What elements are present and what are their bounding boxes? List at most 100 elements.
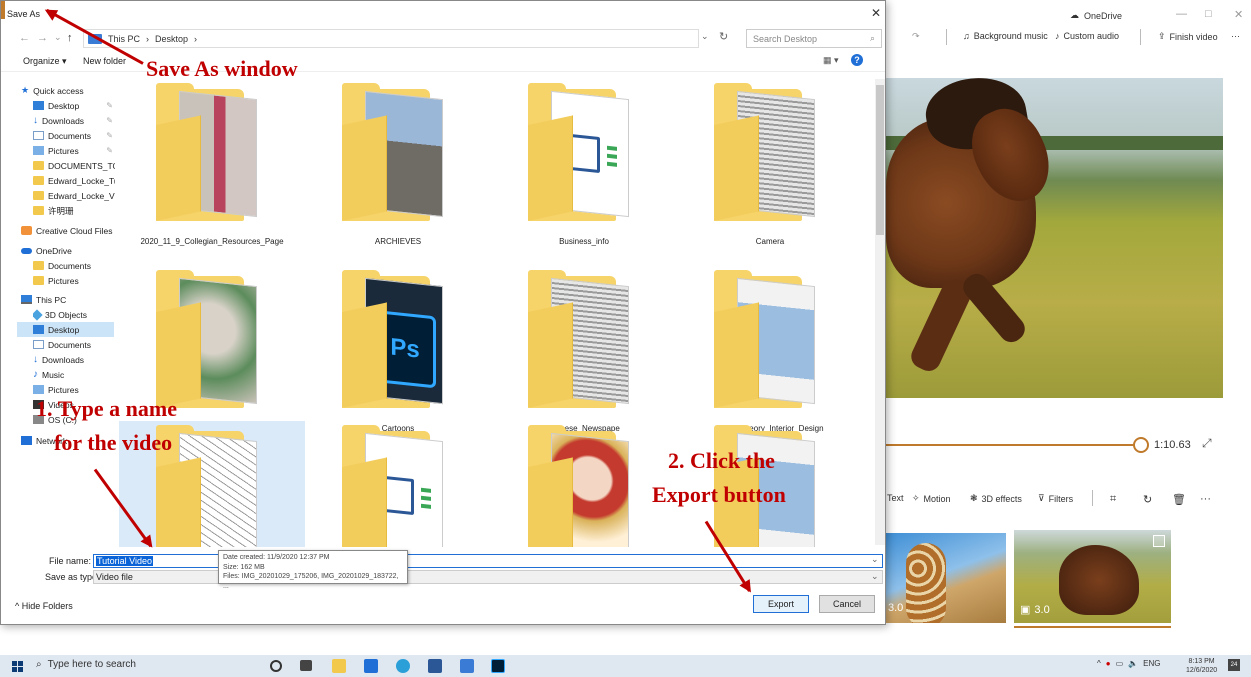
nav-item-documents[interactable]: Documents ✎: [33, 128, 115, 143]
folder-icon: [33, 161, 44, 170]
rotate-icon[interactable]: ↻: [1143, 493, 1152, 506]
nav-item-downloads[interactable]: ↓ Downloads: [33, 352, 115, 367]
chevron-up-icon[interactable]: ^: [1097, 659, 1101, 668]
text-button[interactable]: Text: [887, 493, 904, 503]
chevron-down-icon[interactable]: ⌄: [701, 31, 709, 42]
folder-item[interactable]: Business_info: [491, 79, 677, 251]
photoshop-icon[interactable]: [491, 659, 505, 673]
folder-item[interactable]: [491, 421, 677, 547]
nav-item-edward-locke-vide[interactable]: Edward_Locke_Vide: [33, 188, 115, 203]
clip-checkbox[interactable]: [1153, 535, 1165, 547]
nav-item-pictures[interactable]: Pictures: [33, 273, 115, 288]
filters-button[interactable]: ⊽ Filters: [1038, 493, 1073, 504]
close-icon[interactable]: ✕: [1234, 8, 1243, 21]
nav-item-creative-cloud-files[interactable]: Creative Cloud Files: [21, 223, 116, 238]
forward-icon[interactable]: →: [37, 32, 48, 44]
notifications-icon[interactable]: 24: [1228, 659, 1240, 671]
up-icon[interactable]: ↑: [67, 32, 73, 44]
organize-button[interactable]: Organize ▾: [23, 56, 67, 67]
network-icon[interactable]: ▭: [1116, 659, 1124, 668]
word-doc-icon: [384, 475, 414, 516]
nav-item-quick-access[interactable]: ★ Quick access: [21, 83, 116, 98]
folder-item[interactable]: Ps Cartoons: [305, 266, 491, 438]
timeline-track[interactable]: [886, 444, 1134, 446]
file-name-input[interactable]: Tutorial Video: [93, 554, 883, 568]
view-options-icon[interactable]: ▦ ▾: [823, 55, 839, 66]
3d-effects-button[interactable]: ❃ 3D effects: [970, 493, 1022, 504]
nav-item-label: Documents: [48, 260, 91, 271]
nav-item-label: Music: [42, 369, 65, 380]
nav-item--[interactable]: 许明珊: [33, 203, 115, 218]
motion-button[interactable]: ✧ Motion: [912, 493, 951, 504]
nav-item-documents[interactable]: Documents: [33, 337, 115, 352]
nav-item-pictures[interactable]: Pictures: [33, 382, 115, 397]
folder-front: [156, 457, 201, 547]
help-icon[interactable]: ?: [851, 54, 863, 66]
nav-item-desktop[interactable]: Desktop ✎: [33, 98, 115, 113]
minimize-icon[interactable]: —: [1176, 8, 1187, 20]
folder-item[interactable]: ARCHIEVES: [305, 79, 491, 251]
nav-item-label: Edward_Locke_Tuto: [48, 175, 115, 186]
background-music-button[interactable]: ♫ Background music: [963, 31, 1048, 41]
clock[interactable]: 8:13 PM 12/6/2020: [1186, 657, 1217, 675]
nav-item-documents[interactable]: Documents: [33, 258, 115, 273]
folder-item[interactable]: Camera: [677, 79, 863, 251]
volume-icon[interactable]: 🔈: [1128, 659, 1138, 668]
finish-video-button[interactable]: ⇪ Finish video: [1158, 31, 1218, 42]
windows-start-icon[interactable]: [12, 661, 24, 672]
new-folder-button[interactable]: New folder: [83, 56, 126, 66]
breadcrumb-desktop[interactable]: Desktop: [155, 34, 188, 44]
nav-item-downloads[interactable]: ↓ Downloads ✎: [33, 113, 115, 128]
back-icon[interactable]: ←: [19, 32, 30, 44]
redo-icon[interactable]: ↷: [912, 31, 920, 42]
folder-item[interactable]: Color_Theory_Interior_Design: [677, 266, 863, 438]
nav-item-onedrive[interactable]: OneDrive: [21, 243, 116, 258]
cancel-button[interactable]: Cancel: [819, 595, 875, 613]
edge-icon[interactable]: [396, 659, 410, 673]
onedrive-icon[interactable]: ●: [1106, 659, 1111, 668]
mail-icon[interactable]: [364, 659, 378, 673]
save-as-type-select[interactable]: Video file: [93, 570, 883, 584]
custom-audio-button[interactable]: ♪ Custom audio: [1055, 31, 1119, 41]
folder-item[interactable]: Chinese_Newspape: [491, 266, 677, 438]
nav-item-3d-objects[interactable]: 3D Objects: [33, 307, 115, 322]
chevron-down-icon[interactable]: ⌄: [871, 554, 879, 565]
timeline-scrubber[interactable]: [1133, 437, 1149, 453]
chevron-down-icon[interactable]: ⌄: [871, 571, 879, 582]
close-icon[interactable]: ✕: [871, 6, 881, 20]
nav-item-this-pc[interactable]: This PC: [21, 292, 116, 307]
scrollbar-thumb[interactable]: [876, 85, 884, 235]
storyboard-clip-giraffe[interactable]: [886, 533, 1006, 623]
word-icon[interactable]: [428, 659, 442, 673]
expand-icon[interactable]: ⤢: [1202, 436, 1212, 451]
delete-icon[interactable]: 🗑: [1172, 493, 1186, 506]
folder-item[interactable]: [305, 421, 491, 547]
search-input[interactable]: Search Desktop ⌕: [746, 29, 882, 48]
folder-front: [342, 115, 387, 221]
crop-icon[interactable]: ⌗: [1110, 493, 1116, 506]
taskbar-search[interactable]: ⌕ Type here to search: [36, 659, 136, 670]
folder-item[interactable]: 2020_11_9_Collegian_Resources_Page: [119, 79, 305, 251]
file-explorer-icon[interactable]: [332, 659, 346, 673]
chevron-down-icon[interactable]: ⌄: [54, 32, 62, 43]
refresh-icon[interactable]: ↻: [719, 30, 728, 43]
nav-item-edward-locke-tuto[interactable]: Edward_Locke_Tuto: [33, 173, 115, 188]
hide-folders-button[interactable]: ^ Hide Folders: [15, 601, 73, 611]
maximize-icon[interactable]: □: [1205, 8, 1212, 20]
export-button[interactable]: Export: [753, 595, 809, 613]
nav-item-desktop[interactable]: Desktop: [17, 322, 114, 337]
more-options-icon[interactable]: ···: [1200, 493, 1211, 505]
breadcrumb-this-pc[interactable]: This PC: [108, 34, 140, 44]
task-view-icon[interactable]: [300, 660, 312, 671]
more-options-icon[interactable]: ···: [1231, 31, 1240, 41]
cortana-icon[interactable]: [270, 660, 282, 672]
nav-item-documents-to-s[interactable]: DOCUMENTS_TO_S: [33, 158, 115, 173]
language-indicator[interactable]: ENG: [1143, 659, 1160, 668]
nav-item-pictures[interactable]: Pictures ✎: [33, 143, 115, 158]
folder-icon: [33, 261, 44, 270]
nav-item-music[interactable]: ♪ Music: [33, 367, 115, 382]
photos-icon[interactable]: [460, 659, 474, 673]
address-bar[interactable]: This PC › Desktop ›: [83, 29, 699, 48]
pin-icon: ✎: [106, 116, 113, 125]
nav-item-label: Desktop: [48, 324, 80, 335]
